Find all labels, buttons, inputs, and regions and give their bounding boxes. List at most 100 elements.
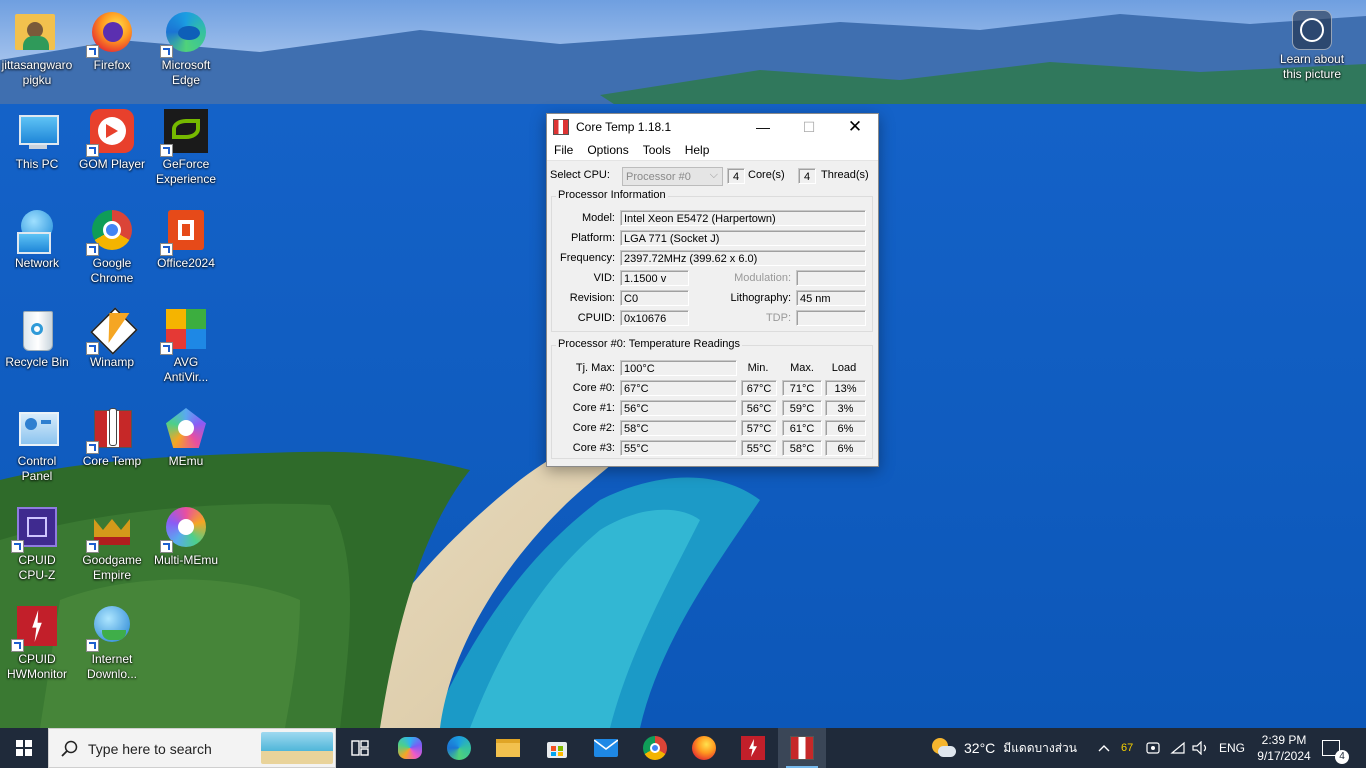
gom-player-icon <box>86 107 136 157</box>
core-load-value: 13% <box>825 380 866 396</box>
firefox-icon <box>692 736 716 760</box>
platform-value: LGA 771 (Socket J) <box>620 230 866 246</box>
desktop-icon-chrome[interactable]: Google Chrome <box>75 200 149 286</box>
task-view-icon <box>351 740 369 756</box>
memu-icon <box>162 404 210 452</box>
core-temp-icon <box>790 736 814 760</box>
speaker-icon <box>1192 741 1207 755</box>
search-box[interactable]: Type here to search <box>48 728 336 768</box>
hwmonitor-icon <box>11 602 61 652</box>
search-highlight-image <box>261 732 333 764</box>
taskbar-mail[interactable] <box>582 728 630 768</box>
desktop-icon-idm[interactable]: Internet Downlo... <box>75 596 149 682</box>
vid-value: 1.1500 v <box>620 270 689 286</box>
select-cpu-value: Processor #0 <box>626 171 691 183</box>
revision-label: Revision: <box>569 292 615 304</box>
desktop-icon-label: CPUID HWMonitor <box>6 652 67 681</box>
learn-about-picture[interactable]: Learn about this picture <box>1275 6 1349 82</box>
select-cpu-dropdown[interactable]: Processor #0 <box>622 166 723 186</box>
desktop-icon-goodgame[interactable]: Goodgame Empire <box>75 497 149 583</box>
multi-memu-icon <box>160 503 210 553</box>
firefox-icon <box>86 8 136 58</box>
desktop-icon-core-temp[interactable]: Core Temp <box>75 398 149 469</box>
taskbar-store[interactable] <box>533 728 581 768</box>
desktop-icon-label: This PC <box>15 157 59 171</box>
notification-count: 4 <box>1335 750 1349 764</box>
maximize-icon: ☐ <box>802 119 816 135</box>
taskbar-edge[interactable] <box>435 728 483 768</box>
menu-tools[interactable]: Tools <box>636 143 678 157</box>
show-hidden-icons-button[interactable] <box>1098 728 1110 768</box>
weather-widget[interactable]: 32°C มีแดดบางส่วน <box>930 728 1077 768</box>
desktop-icon-geforce[interactable]: GeForce Experience <box>149 101 223 187</box>
clock-time: 2:39 PM <box>1261 733 1307 747</box>
network-icon <box>13 206 61 254</box>
tjmax-label: Tj. Max: <box>575 362 615 374</box>
tdp-value <box>796 310 866 326</box>
hwmonitor-icon <box>741 736 765 760</box>
desktop-icon-label: CPUID CPU-Z <box>18 553 56 582</box>
tray-temperature-readout[interactable]: 67 <box>1121 728 1133 768</box>
model-label: Model: <box>581 212 615 224</box>
menu-options[interactable]: Options <box>580 143 635 157</box>
geforce-icon <box>160 107 210 157</box>
desktop-icon-gom-player[interactable]: GOM Player <box>75 101 149 172</box>
desktop-icon-label: GOM Player <box>78 157 145 171</box>
taskbar-hwmonitor[interactable] <box>729 728 777 768</box>
desktop-icon-network[interactable]: Network <box>0 200 74 271</box>
taskbar-chrome[interactable] <box>631 728 679 768</box>
notification-center-button[interactable]: 4 <box>1322 728 1349 768</box>
taskbar-file-explorer[interactable] <box>484 728 532 768</box>
desktop-icon-edge[interactable]: Microsoft Edge <box>149 2 223 88</box>
desktop-icon-firefox[interactable]: Firefox <box>75 2 149 73</box>
core-temp-value: 55°C <box>620 440 737 456</box>
close-button[interactable]: ✕ <box>832 114 878 140</box>
desktop-icon-memu[interactable]: MEmu <box>149 398 223 469</box>
tray-meet-button[interactable] <box>1146 728 1160 768</box>
menu-file[interactable]: File <box>547 143 580 157</box>
desktop-icon-recycle-bin[interactable]: Recycle Bin <box>0 299 74 370</box>
core-min-value: 67°C <box>741 380 777 396</box>
desktop-icon-label: Firefox <box>93 58 131 72</box>
tray-volume-button[interactable] <box>1192 728 1210 768</box>
desktop-icon-user-folder[interactable]: jittasangwaro pigku <box>0 2 74 88</box>
task-view-button[interactable] <box>336 728 384 768</box>
desktop-icon-label: Microsoft Edge <box>161 58 211 87</box>
start-button[interactable] <box>0 728 48 768</box>
desktop-icon-winamp[interactable]: Winamp <box>75 299 149 370</box>
desktop-icon-hwmonitor[interactable]: CPUID HWMonitor <box>0 596 74 682</box>
core-label: Core #3: <box>572 442 615 454</box>
core-max-value: 61°C <box>782 420 822 436</box>
desktop-icon-cpuz[interactable]: CPUID CPU-Z <box>0 497 74 583</box>
winamp-icon <box>86 305 138 355</box>
core-temp-window[interactable]: Core Temp 1.18.1 — ☐ ✕ File Options Tool… <box>546 113 879 467</box>
taskbar-core-temp[interactable] <box>778 728 826 768</box>
temperature-title: Processor #0: Temperature Readings <box>556 338 743 350</box>
desktop-icon-label: AVG AntiVir... <box>163 355 209 384</box>
taskbar-firefox[interactable] <box>680 728 728 768</box>
desktop-icon-this-pc[interactable]: This PC <box>0 101 74 172</box>
title-bar[interactable]: Core Temp 1.18.1 — ☐ ✕ <box>547 114 878 140</box>
maximize-button[interactable]: ☐ <box>786 114 832 140</box>
clock[interactable]: 2:39 PM 9/17/2024 <box>1253 728 1315 768</box>
minimize-button[interactable]: — <box>740 114 786 140</box>
notification-icon: 4 <box>1322 740 1349 764</box>
frequency-label: Frequency: <box>559 252 615 264</box>
taskbar: Type here to search 32°C มีแดดบางส่วน 67… <box>0 728 1366 768</box>
tjmax-value: 100°C <box>620 360 737 376</box>
taskbar-copilot[interactable] <box>386 728 434 768</box>
cpuz-icon <box>11 503 61 553</box>
desktop-icon-label: Recycle Bin <box>5 355 69 369</box>
desktop-icon-control-panel[interactable]: Control Panel <box>0 398 74 484</box>
language-button[interactable]: ENG <box>1219 728 1245 768</box>
tray-network-button[interactable] <box>1170 728 1186 768</box>
desktop-icon-avg[interactable]: AVG AntiVir... <box>149 299 223 385</box>
weather-text: มีแดดบางส่วน <box>1003 740 1077 755</box>
menu-help[interactable]: Help <box>678 143 717 157</box>
desktop-icon-multi-memu[interactable]: Multi-MEmu <box>149 497 223 568</box>
cores-count: 4 <box>727 168 745 184</box>
desktop-icon-office[interactable]: Office2024 <box>149 200 223 271</box>
edge-icon <box>447 736 471 760</box>
core-label: Core #2: <box>572 422 615 434</box>
camera-lens-icon <box>1292 10 1332 50</box>
